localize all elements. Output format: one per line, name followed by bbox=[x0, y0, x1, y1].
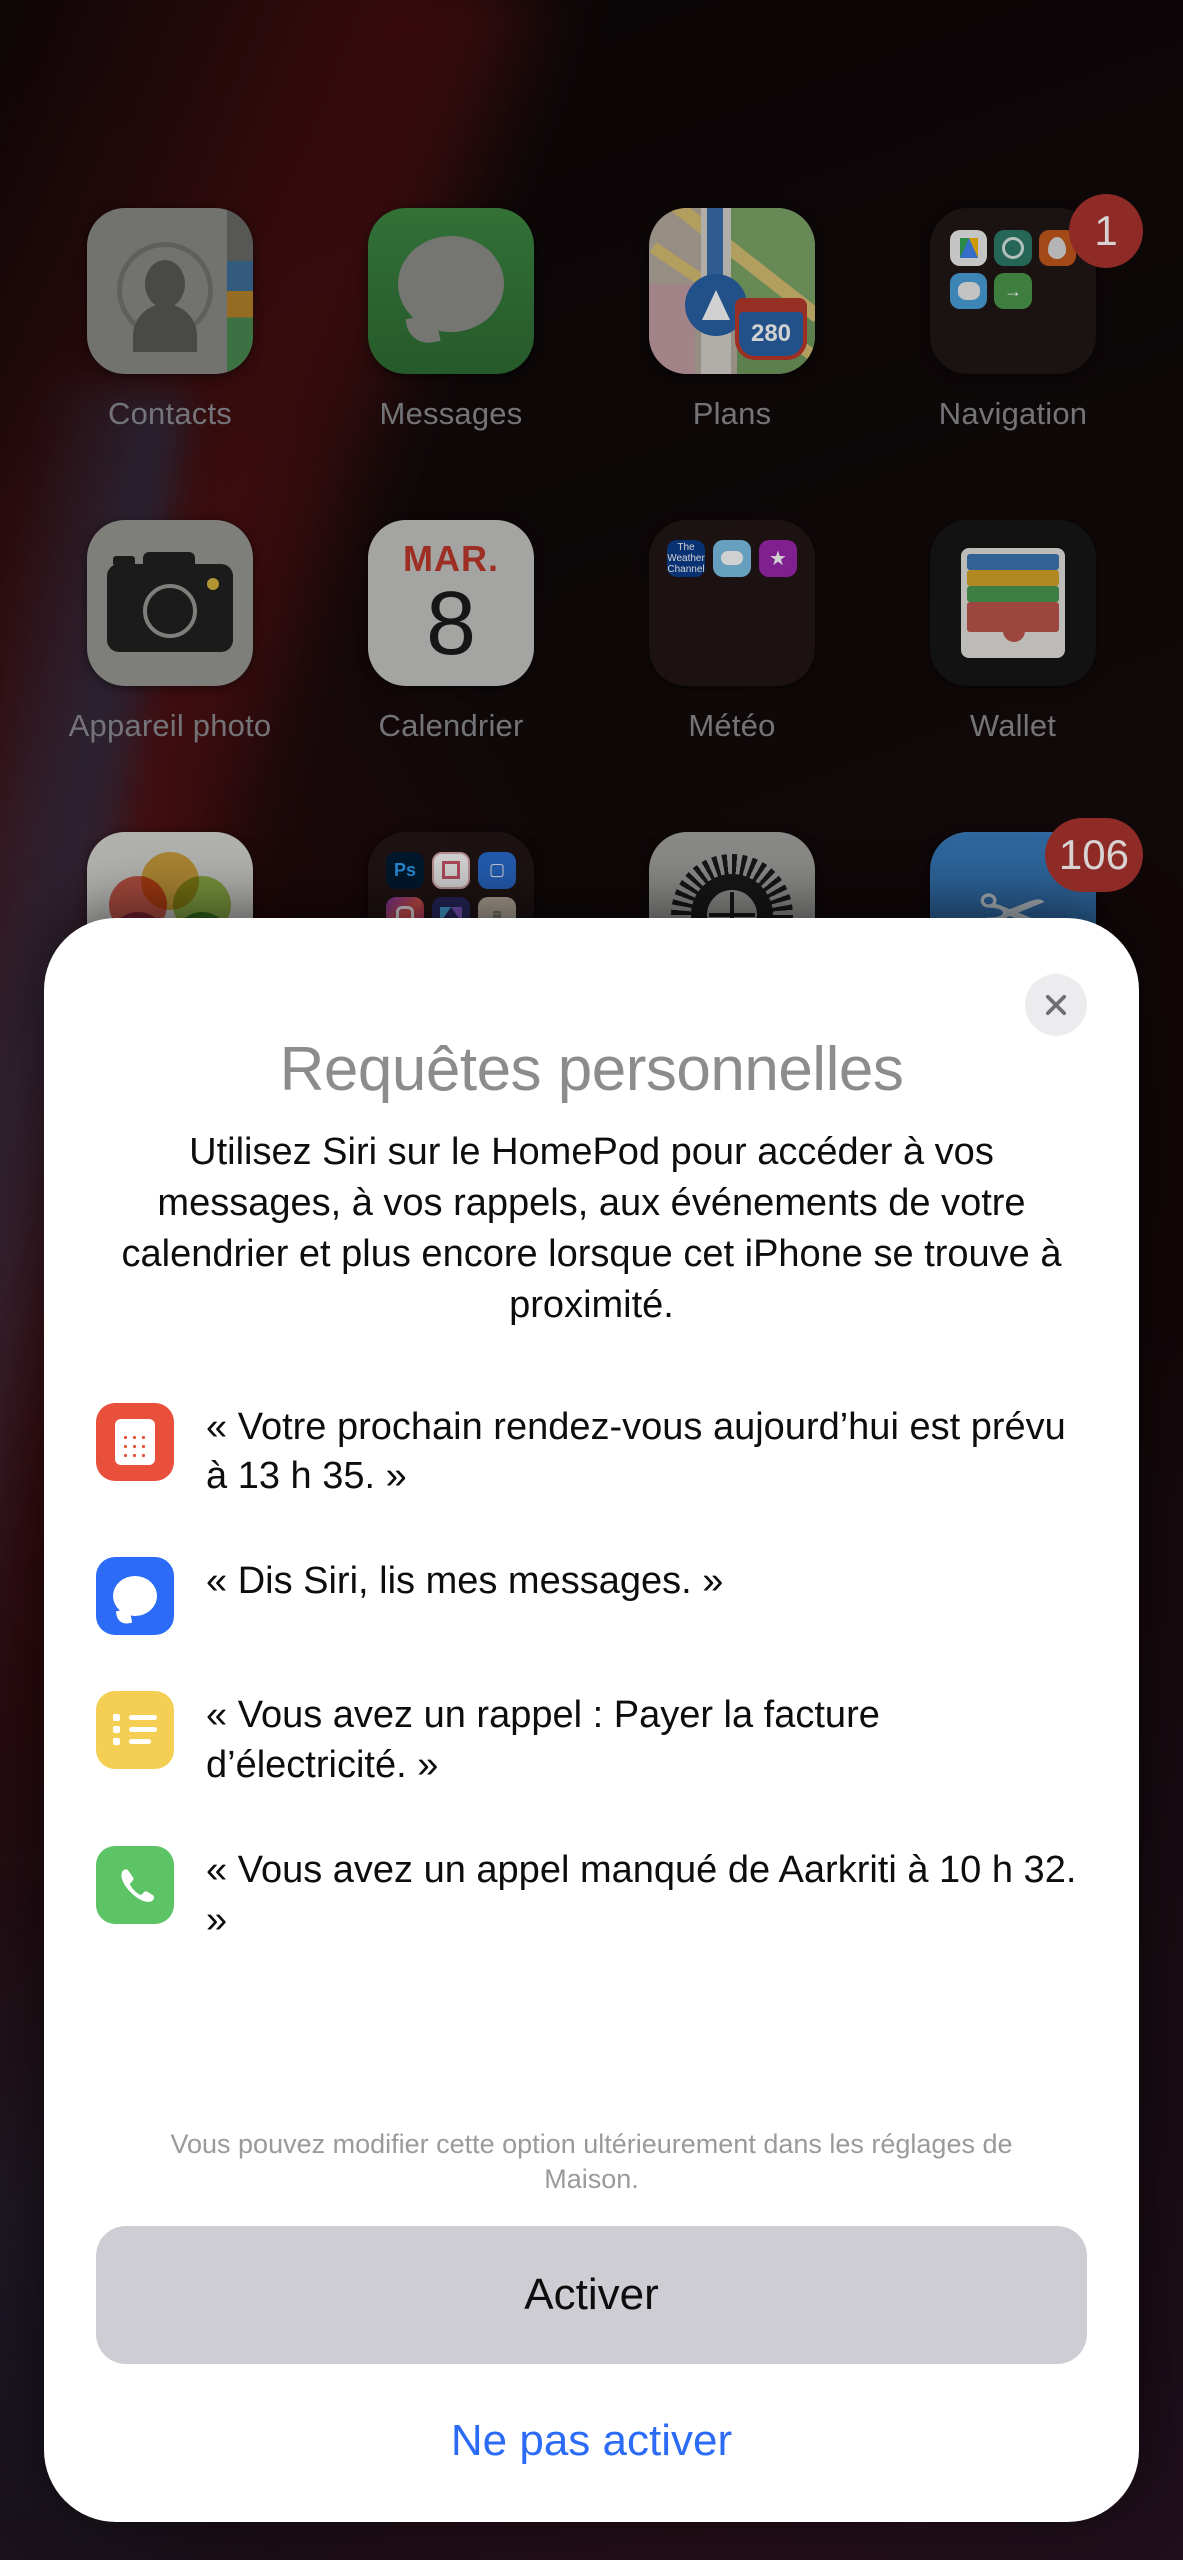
list-item-label: « Dis Siri, lis mes messages. » bbox=[206, 1560, 724, 1603]
personal-requests-sheet: Requêtes personnelles Utilisez Siri sur … bbox=[44, 918, 1139, 2522]
phone-handset-glyph bbox=[121, 1869, 154, 1903]
calendar-grid-glyph bbox=[121, 1432, 149, 1459]
list-line bbox=[129, 1739, 151, 1745]
list-line bbox=[129, 1715, 157, 1721]
list-item-label: « Votre prochain rendez-vous aujourd’hui… bbox=[206, 1405, 1066, 1498]
status-badge: 106 bbox=[1044, 818, 1143, 892]
phone-icon bbox=[96, 1846, 174, 1925]
sheet-footnote: Vous pouvez modifier cette option ultéri… bbox=[170, 2128, 1013, 2195]
phone-glyph bbox=[115, 1865, 155, 1905]
status-badge: 1 bbox=[1069, 194, 1143, 268]
do-not-enable-button[interactable]: Ne pas activer bbox=[96, 2364, 1087, 2522]
list-item: « Vous avez un rappel : Payer la facture… bbox=[96, 1687, 1087, 1790]
list-bullet bbox=[113, 1738, 120, 1746]
reminders-icon bbox=[96, 1691, 174, 1770]
page-title: Requêtes personnelles bbox=[279, 1035, 904, 1104]
list-item: « Votre prochain rendez-vous aujourd’hui… bbox=[96, 1399, 1087, 1502]
list-item-label: « Vous avez un appel manqué de Aarkriti … bbox=[206, 1849, 1077, 1941]
close-x-glyph bbox=[1045, 994, 1067, 1016]
calendar-glyph bbox=[115, 1418, 155, 1465]
calendar-icon bbox=[96, 1402, 174, 1481]
list-glyph bbox=[113, 1713, 157, 1747]
list-line bbox=[129, 1727, 157, 1733]
list-item: « Dis Siri, lis mes messages. » bbox=[96, 1553, 1087, 1636]
list-bullet bbox=[113, 1726, 120, 1734]
enable-button[interactable]: Activer bbox=[96, 2226, 1087, 2364]
sheet-description: Utilisez Siri sur le HomePod pour accéde… bbox=[121, 1131, 1062, 1326]
example-phrases-list: « Votre prochain rendez-vous aujourd’hui… bbox=[96, 1399, 1087, 1997]
list-item-label: « Vous avez un rappel : Payer la facture… bbox=[206, 1694, 880, 1786]
close-icon[interactable] bbox=[1025, 974, 1087, 1036]
messages-icon bbox=[96, 1557, 174, 1636]
speech-bubble-glyph bbox=[113, 1576, 157, 1617]
list-bullet bbox=[113, 1714, 120, 1722]
list-item: « Vous avez un appel manqué de Aarkriti … bbox=[96, 1842, 1087, 1945]
